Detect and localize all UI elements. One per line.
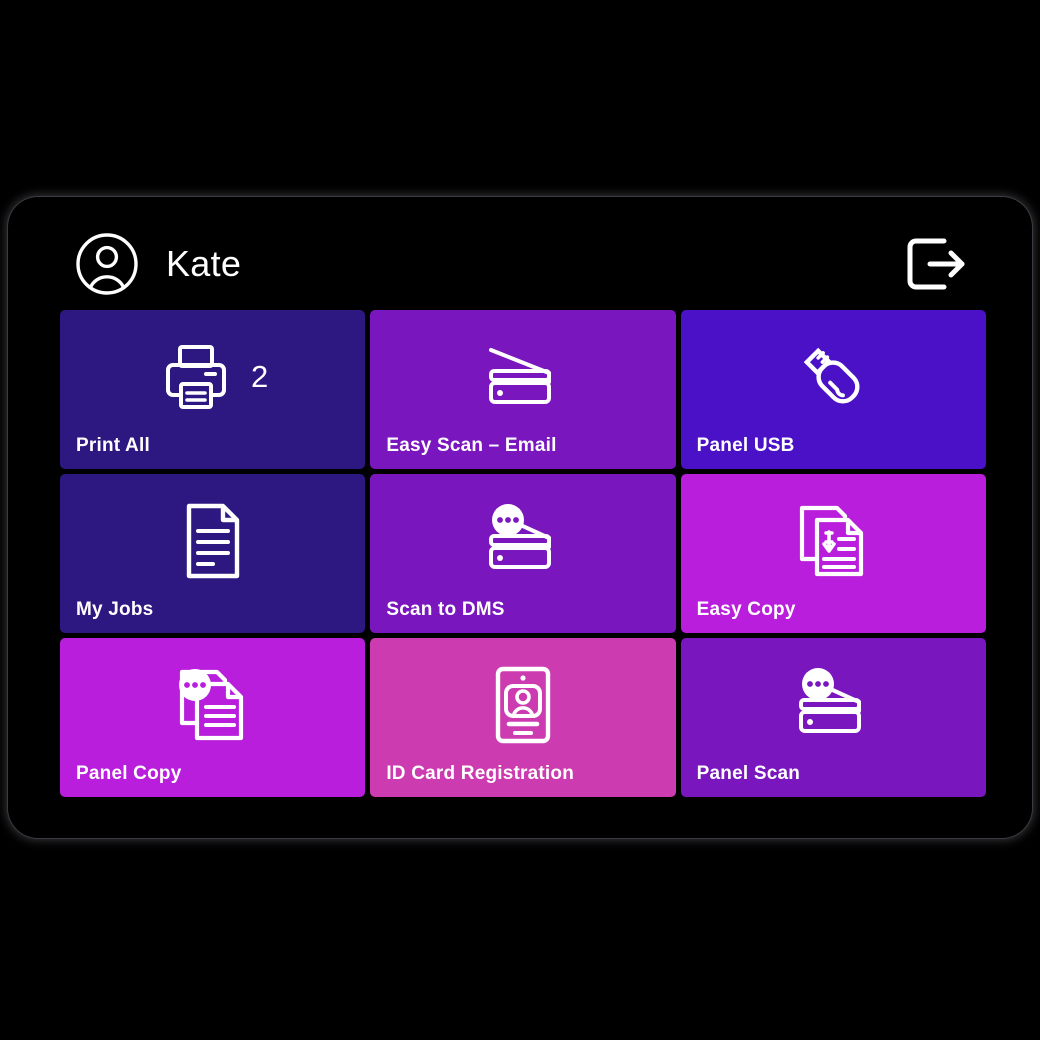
print-job-count-badge: 2 xyxy=(251,359,269,394)
tile-print-all[interactable]: 2 Print All xyxy=(60,310,366,469)
tile-label: Print All xyxy=(76,435,150,456)
logout-button[interactable] xyxy=(900,231,972,297)
printer-icon xyxy=(166,344,227,409)
scanner-ellipsis-icon xyxy=(488,503,551,569)
tile-label: ID Card Registration xyxy=(386,763,575,784)
copy-documents-icon xyxy=(800,505,864,576)
tile-label: Easy Scan – Email xyxy=(386,435,557,456)
tile-label: Scan to DMS xyxy=(386,599,505,620)
terminal-device-frame: Kate 2 Print All Easy Scan – Email Panel… xyxy=(8,197,1032,838)
tile-label: Panel Scan xyxy=(696,763,801,784)
scanner-ellipsis-icon xyxy=(799,667,862,733)
scanner-icon xyxy=(488,347,551,404)
tile-my-jobs[interactable]: My Jobs xyxy=(60,474,366,633)
user-circle-icon xyxy=(76,233,138,295)
tile-label: Panel USB xyxy=(696,435,795,456)
terminal-screen: Kate 2 Print All Easy Scan – Email Panel… xyxy=(8,197,1032,838)
document-icon xyxy=(186,503,239,578)
tile-easy-copy[interactable]: Easy Copy xyxy=(680,474,986,633)
screen-header: Kate xyxy=(8,219,1032,309)
logout-icon xyxy=(907,238,965,290)
user-name-label: Kate xyxy=(166,243,242,284)
avatar[interactable] xyxy=(74,231,140,297)
tile-label: Panel Copy xyxy=(76,763,182,784)
tile-label: My Jobs xyxy=(76,599,154,620)
function-tile-grid: 2 Print All Easy Scan – Email Panel USB … xyxy=(60,310,986,797)
page-root: Kate 2 Print All Easy Scan – Email Panel… xyxy=(0,0,1040,1040)
tile-panel-copy[interactable]: Panel Copy xyxy=(60,638,366,797)
tile-panel-usb[interactable]: Panel USB xyxy=(680,310,986,469)
tile-id-card-registration[interactable]: ID Card Registration xyxy=(370,638,676,797)
tile-panel-scan[interactable]: Panel Scan xyxy=(680,638,986,797)
copy-documents-ellipsis-icon xyxy=(178,668,243,740)
tile-scan-to-dms[interactable]: Scan to DMS xyxy=(370,474,676,633)
tile-easy-scan-email[interactable]: Easy Scan – Email xyxy=(370,310,676,469)
tile-label: Easy Copy xyxy=(696,599,796,620)
id-card-icon xyxy=(495,666,551,743)
usb-drive-icon xyxy=(804,347,860,404)
